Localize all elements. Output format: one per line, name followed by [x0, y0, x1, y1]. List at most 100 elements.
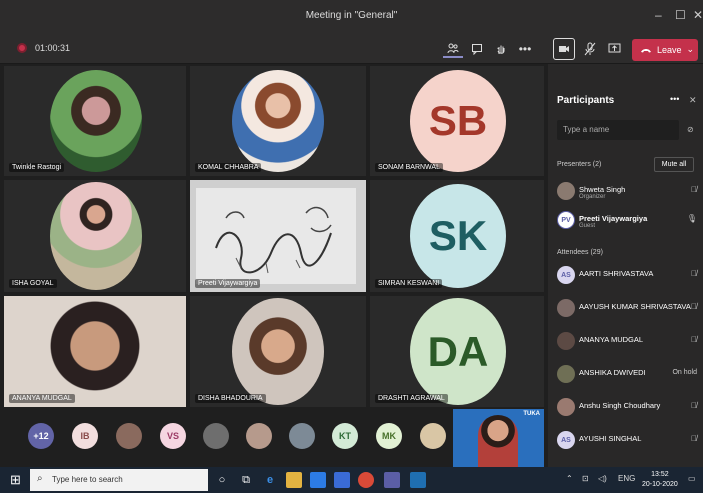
participant-photo	[232, 298, 324, 405]
camera-button[interactable]	[553, 38, 575, 60]
video-tile[interactable]: DA DRASHTI AGRAWAL	[370, 296, 544, 407]
taskbar: ⊞ Type here to search ⌕ ○ ⧉ e ⌃ ⊡ ◁) ENG…	[0, 467, 703, 493]
cortana-icon[interactable]: ○	[214, 472, 230, 488]
participant-row[interactable]: AS AARTI SHRIVASTAVA 🎙̸	[557, 263, 699, 289]
attendees-header: Attendees (29)	[557, 249, 603, 256]
participant-search-input[interactable]: Type a name	[557, 120, 679, 140]
video-tile[interactable]: DISHA BHADOURIA	[190, 296, 366, 407]
video-tile[interactable]: KOMAL CHHABRA	[190, 66, 366, 176]
mail-icon[interactable]	[334, 472, 350, 488]
presenters-header: Presenters (2)	[557, 161, 602, 168]
strip-avatar[interactable]	[246, 423, 272, 449]
window-title: Meeting in "General"	[305, 10, 398, 21]
strip-avatar[interactable]	[203, 423, 229, 449]
tray-chevron-icon[interactable]: ⌃	[566, 474, 573, 483]
mic-muted-icon[interactable]	[580, 40, 600, 58]
participant-name: Preeti Vijaywargiya	[579, 214, 648, 223]
leave-label: Leave	[657, 45, 682, 55]
channel-badge: TUKA	[523, 411, 540, 417]
avatar	[557, 332, 575, 350]
participant-role: Guest	[579, 223, 596, 229]
title-bar: Meeting in "General" – ☐ ✕	[0, 0, 703, 34]
start-button[interactable]: ⊞	[10, 472, 21, 488]
notifications-icon[interactable]: ▭	[688, 474, 696, 483]
search-icon: ⌕	[37, 473, 43, 484]
participant-row[interactable]: PV Preeti Vijaywargiya Guest 🎙	[557, 208, 699, 234]
participant-name: ISHA GOYAL	[9, 279, 57, 288]
participant-row[interactable]: ANSHIKA DWIVEDI On hold	[557, 362, 699, 388]
participant-row[interactable]: AAYUSH KUMAR SHRIVASTAVA 🎙̸	[557, 296, 699, 322]
meeting-toolbar: 01:00:31 ••• Leave ⌄	[0, 34, 703, 64]
participant-initials: SK	[410, 184, 506, 288]
on-hold-status: On hold	[672, 369, 697, 376]
overflow-count-badge[interactable]: +12	[28, 423, 54, 449]
avatar	[557, 398, 575, 416]
app-icon[interactable]	[410, 472, 426, 488]
network-icon[interactable]: ⊡	[582, 474, 589, 483]
participant-initials: DA	[410, 298, 506, 405]
video-tile[interactable]: SB SONAM BARNWAL	[370, 66, 544, 176]
mute-all-button[interactable]: Mute all	[654, 157, 694, 172]
chrome-icon[interactable]	[358, 472, 374, 488]
recording-icon	[17, 43, 27, 53]
mic-muted-icon: 🎙̸	[691, 269, 697, 278]
taskbar-clock[interactable]: 13:52 20-10-2020	[642, 470, 678, 490]
participant-name: Preeti Vijaywargiya	[195, 279, 261, 288]
link-icon[interactable]: ⊘	[687, 125, 694, 134]
panel-close-button[interactable]: ✕	[689, 95, 697, 106]
participant-photo	[50, 182, 142, 290]
video-tile[interactable]: ANANYA MUDGAL	[4, 296, 186, 407]
video-grid: Twinkle Rastogi KOMAL CHHABRA SB SONAM B…	[4, 66, 544, 407]
strip-avatar[interactable]	[420, 423, 446, 449]
participant-row[interactable]: AS AYUSHI SINGHAL 🎙̸	[557, 428, 699, 454]
strip-avatar[interactable]: IB	[72, 423, 98, 449]
more-actions-button[interactable]: •••	[515, 40, 535, 58]
close-button[interactable]: ✕	[693, 8, 703, 22]
participant-row[interactable]: Shweta Singh Organizer 🎙̸	[557, 179, 699, 205]
chat-icon[interactable]	[467, 40, 487, 58]
participant-row[interactable]: ANANYA MUDGAL 🎙̸	[557, 329, 699, 355]
participant-name: SONAM BARNWAL	[375, 163, 443, 172]
minimize-button[interactable]: –	[655, 8, 662, 22]
participant-name: ANSHIKA DWIVEDI	[579, 368, 646, 377]
video-tile[interactable]: Preeti Vijaywargiya	[190, 180, 366, 292]
file-explorer-icon[interactable]	[286, 472, 302, 488]
participant-row[interactable]: Anshu Singh Choudhary 🎙̸	[557, 395, 699, 421]
participant-name: ANANYA MUDGAL	[9, 394, 75, 403]
mic-muted-icon: 🎙̸	[691, 185, 697, 194]
participant-name: Shweta Singh	[579, 185, 626, 194]
mic-muted-icon: 🎙̸	[691, 302, 697, 311]
maximize-button[interactable]: ☐	[675, 8, 686, 22]
mic-muted-icon: 🎙̸	[691, 335, 697, 344]
participant-name: ANANYA MUDGAL	[579, 335, 644, 344]
language-indicator[interactable]: ENG	[618, 474, 635, 483]
strip-avatar[interactable]	[289, 423, 315, 449]
share-screen-icon[interactable]	[604, 40, 624, 58]
leave-button[interactable]: Leave ⌄	[632, 39, 698, 61]
teams-icon[interactable]	[384, 472, 400, 488]
raise-hand-icon[interactable]	[491, 40, 511, 58]
participant-name: AAYUSH KUMAR SHRIVASTAVA	[579, 302, 691, 311]
strip-avatar[interactable]: KT	[332, 423, 358, 449]
participants-icon[interactable]	[443, 40, 463, 58]
taskbar-search-input[interactable]: Type here to search	[30, 469, 208, 491]
chevron-down-icon[interactable]: ⌄	[686, 44, 694, 55]
task-view-icon[interactable]: ⧉	[238, 472, 254, 488]
edge-icon[interactable]: e	[262, 472, 278, 488]
store-icon[interactable]	[310, 472, 326, 488]
participant-role: Organizer	[579, 194, 606, 200]
participant-name: KOMAL CHHABRA	[195, 163, 262, 172]
video-tile[interactable]: Twinkle Rastogi	[4, 66, 186, 176]
strip-avatar[interactable]: MK	[376, 423, 402, 449]
strip-avatar[interactable]	[116, 423, 142, 449]
avatar	[557, 365, 575, 383]
avatar: PV	[557, 211, 575, 229]
self-view[interactable]: TUKA	[453, 409, 544, 467]
panel-more-button[interactable]: •••	[670, 94, 679, 104]
strip-avatar[interactable]: VS	[160, 423, 186, 449]
video-tile[interactable]: ISHA GOYAL	[4, 180, 186, 292]
video-tile[interactable]: SK SIMRAN KESWANI	[370, 180, 544, 292]
participants-panel: Participants ••• ✕ Type a name ⊘ Present…	[548, 64, 703, 467]
volume-icon[interactable]: ◁)	[598, 474, 607, 483]
participant-name: DRASHTI AGRAWAL	[375, 394, 448, 403]
